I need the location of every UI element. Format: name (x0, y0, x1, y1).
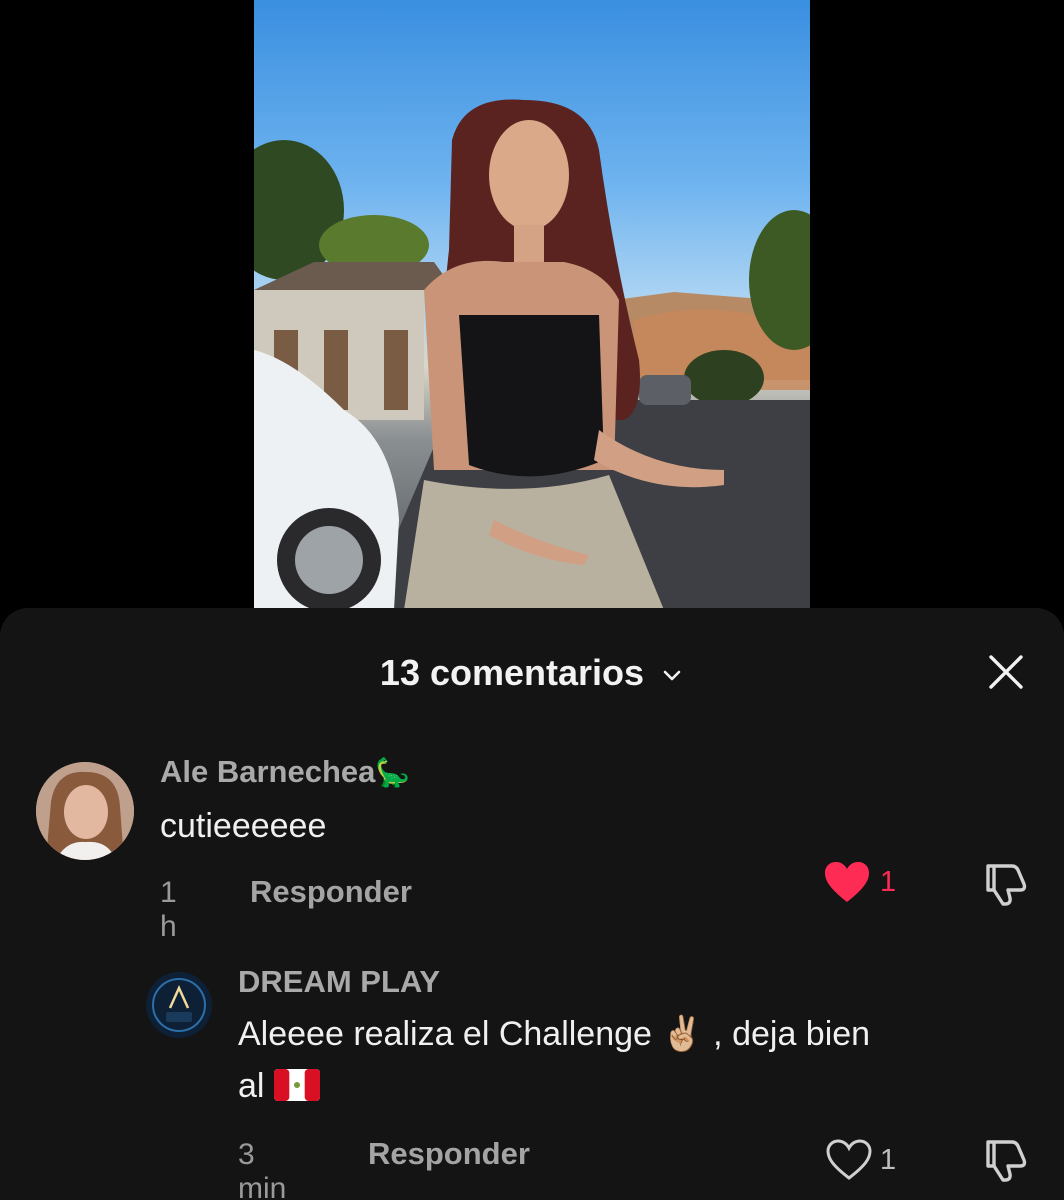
screen: 13 comentarios Ale Barnechea🦕 cutieeeeee… (0, 0, 1064, 1200)
like-count: 1 (880, 1144, 897, 1176)
video-player[interactable] (254, 0, 810, 610)
dream-bet-logo (146, 972, 212, 1038)
heart-filled-icon[interactable] (823, 860, 871, 904)
like-count: 1 (880, 866, 897, 898)
dislike-icon[interactable] (980, 1136, 1028, 1184)
person-face (489, 120, 569, 230)
comment-text: cutieeeeee (160, 807, 327, 845)
chevron-down-icon[interactable] (660, 663, 684, 687)
parked-car (639, 375, 691, 405)
comments-header[interactable]: 13 comentarios (0, 652, 1064, 694)
comment-username[interactable]: DREAM PLAY (238, 964, 440, 1000)
reply-button[interactable]: Responder (368, 1136, 530, 1172)
person-top (459, 315, 604, 477)
avatar[interactable] (36, 762, 134, 860)
comments-count-title: 13 comentarios (379, 652, 645, 693)
avatar-photo (36, 762, 134, 860)
comment-text: Aleeee realiza el Challenge ✌🏼 , deja bi… (238, 1014, 871, 1105)
comments-sheet: 13 comentarios Ale Barnechea🦕 cutieeeeee… (0, 608, 1064, 1200)
comment-time: 1 h (160, 876, 177, 943)
peru-flag-icon (273, 1069, 320, 1101)
victory-hand-emoji: ✌🏼 (661, 1014, 704, 1054)
avatar[interactable] (146, 972, 212, 1038)
close-icon[interactable] (988, 654, 1024, 690)
comment-time: 3 min (238, 1138, 287, 1200)
comment-username[interactable]: Ale Barnechea🦕 (160, 754, 410, 790)
reply-button[interactable]: Responder (250, 874, 412, 910)
video-frame-illustration (254, 99, 810, 610)
dinosaur-emoji: 🦕 (375, 756, 411, 789)
heart-outline-icon[interactable] (825, 1138, 873, 1182)
dislike-icon[interactable] (980, 860, 1028, 908)
